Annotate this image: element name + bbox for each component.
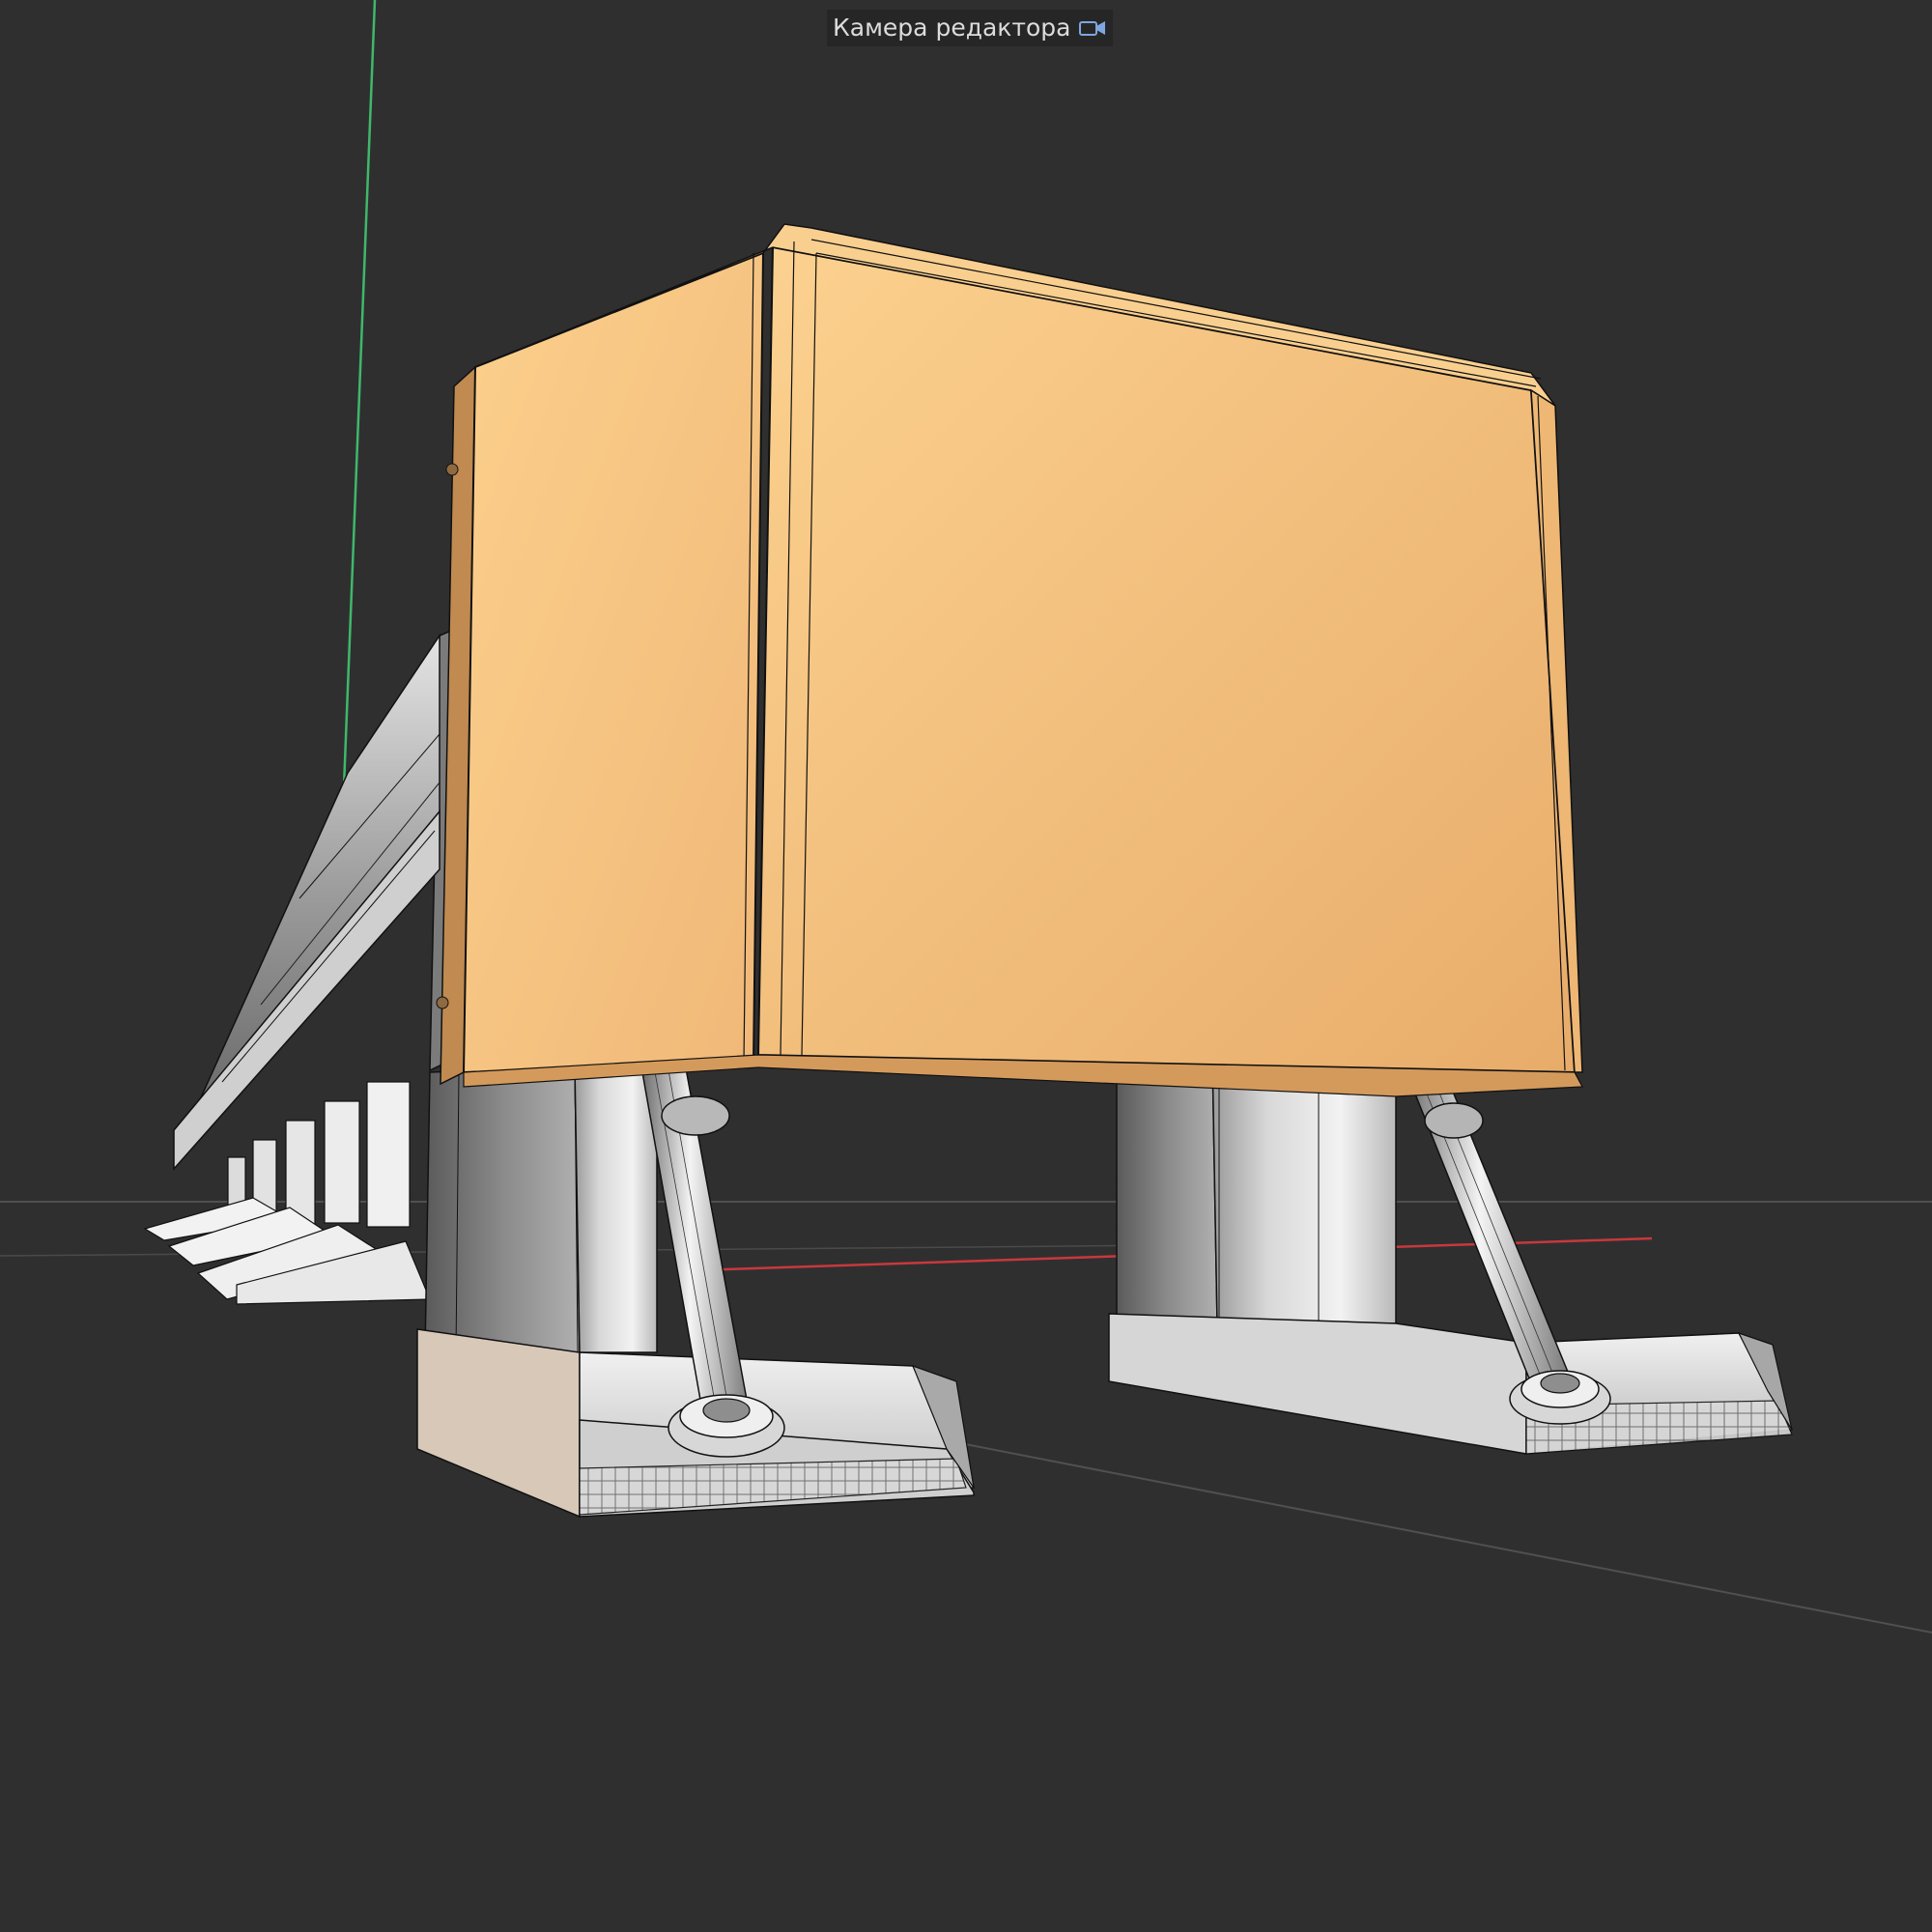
camera-selector[interactable]: Камера редактора: [827, 10, 1114, 46]
3d-viewport[interactable]: Камера редактора: [0, 0, 1932, 1932]
camera-icon: [1079, 21, 1106, 36]
camera-label-text: Камера редактора: [833, 14, 1071, 42]
scene-canvas[interactable]: [0, 0, 1932, 1932]
y-axis-line: [341, 0, 377, 812]
selected-box-object[interactable]: [436, 223, 1583, 1097]
